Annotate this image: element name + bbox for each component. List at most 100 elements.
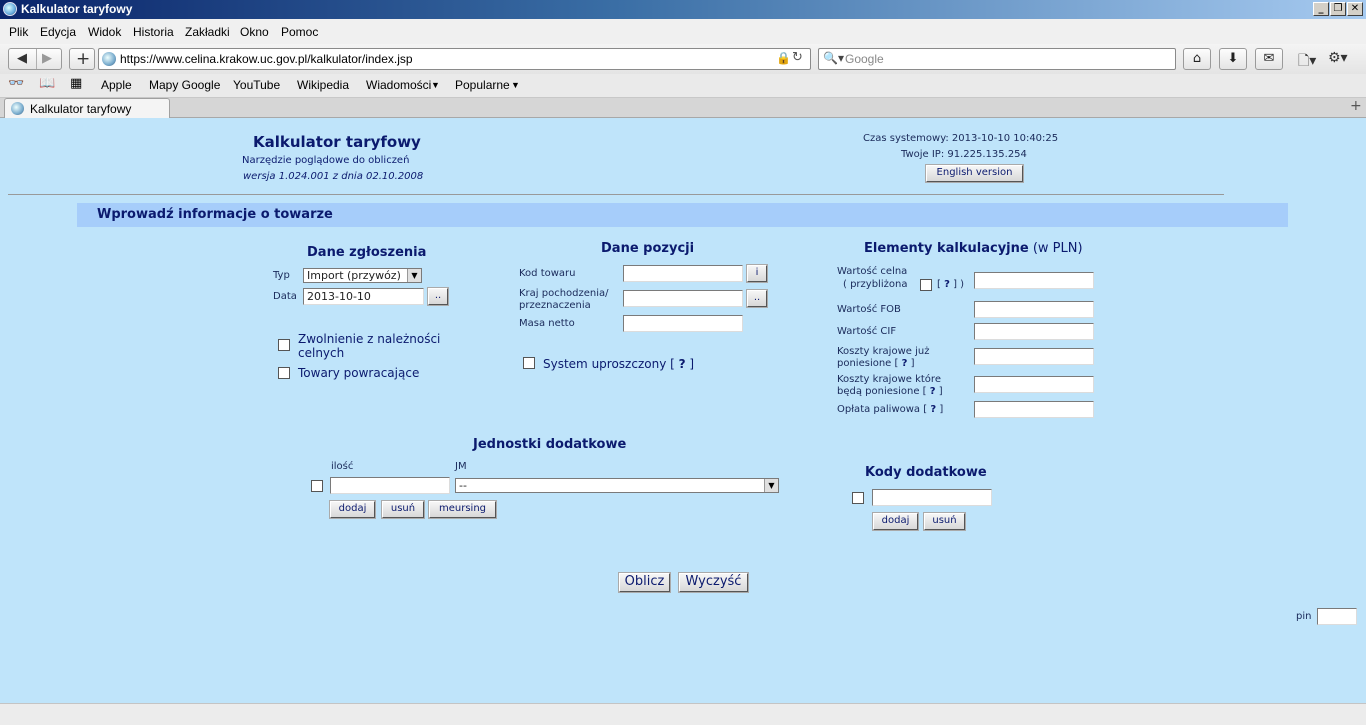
wartosc-celna-przyblizona-label: ( przybliżona xyxy=(843,279,908,290)
chevron-down-icon[interactable]: ▼ xyxy=(431,80,440,90)
reload-icon[interactable]: ↻ xyxy=(792,50,803,65)
menu-plik[interactable]: Plik xyxy=(9,25,28,39)
bookmarks-bar: 👓 📖 ▦ Apple Mapy Google YouTube Wikipedi… xyxy=(0,74,1366,98)
bookmark-popularne[interactable]: Popularne xyxy=(455,78,510,92)
zwolnienie-checkbox[interactable] xyxy=(278,339,290,351)
section-title: Wprowadź informacje o towarze xyxy=(97,207,333,222)
system-uproszczony-help-link[interactable]: ? xyxy=(679,357,686,371)
jm-select[interactable]: -- ▼ xyxy=(455,478,779,493)
search-field[interactable]: 🔍▾ Google xyxy=(818,48,1176,70)
forward-arrow-icon[interactable]: ▶ xyxy=(42,51,52,66)
oplata-paliwowa-input[interactable] xyxy=(974,401,1094,418)
maximize-button[interactable]: ❐ xyxy=(1330,2,1346,16)
download-icon: ⬇ xyxy=(1227,51,1239,66)
lock-icon[interactable]: 🔒 xyxy=(776,51,791,65)
menu-widok[interactable]: Widok xyxy=(88,25,121,39)
wyczysc-button[interactable]: Wyczyść xyxy=(678,572,749,593)
oplata-help-link[interactable]: ? xyxy=(930,404,936,415)
wartosc-cif-input[interactable] xyxy=(974,323,1094,340)
english-version-button[interactable]: English version xyxy=(925,164,1024,183)
menu-okno[interactable]: Okno xyxy=(240,25,269,39)
new-tab-button[interactable]: + xyxy=(69,48,95,70)
address-bar[interactable]: https://www.celina.krakow.uc.gov.pl/kalk… xyxy=(98,48,811,70)
navigation-bar: ◀ ▶ + https://www.celina.krakow.uc.gov.p… xyxy=(0,44,1366,74)
kod-towaru-input[interactable] xyxy=(623,265,743,282)
page-subtitle: Narzędzie poglądowe do obliczeń xyxy=(242,155,410,166)
jm-label: JM xyxy=(455,461,467,472)
meursing-button[interactable]: meursing xyxy=(428,500,497,519)
menu-zakladki[interactable]: Zakładki xyxy=(185,25,230,39)
koszty-juz-label-line2: poniesione [ ? ] xyxy=(837,358,915,369)
bracket-close: ] xyxy=(938,386,943,397)
grid-icon[interactable]: ▦ xyxy=(70,76,82,91)
home-button[interactable]: ⌂ xyxy=(1183,48,1211,70)
site-globe-icon xyxy=(102,52,116,66)
search-icon[interactable]: 🔍▾ xyxy=(823,51,844,65)
ilosc-input[interactable] xyxy=(330,477,450,494)
kody-row-checkbox[interactable] xyxy=(852,492,864,504)
oblicz-button[interactable]: Oblicz xyxy=(618,572,671,593)
kraj-label-line2: przeznaczenia xyxy=(519,300,591,311)
date-picker-button[interactable]: .. xyxy=(427,287,449,306)
menu-historia[interactable]: Historia xyxy=(133,25,174,39)
pin-input[interactable] xyxy=(1317,608,1357,625)
close-window-button[interactable]: ✕ xyxy=(1347,2,1363,16)
towary-powracajace-checkbox[interactable] xyxy=(278,367,290,379)
menu-edycja[interactable]: Edycja xyxy=(40,25,76,39)
wartosc-fob-label: Wartość FOB xyxy=(837,304,901,315)
jm-select-value: -- xyxy=(459,479,467,492)
koszty-ktore-input[interactable] xyxy=(974,376,1094,393)
kody-dodaj-button[interactable]: dodaj xyxy=(872,512,919,531)
kraj-lookup-button[interactable]: .. xyxy=(746,289,768,308)
kraj-input[interactable] xyxy=(623,290,743,307)
tab-kalkulator[interactable]: Kalkulator taryfowy xyxy=(4,98,170,118)
bookmark-wikipedia[interactable]: Wikipedia xyxy=(297,78,349,92)
gear-icon[interactable]: ⚙▾ xyxy=(1328,50,1348,66)
wartosc-fob-input[interactable] xyxy=(974,301,1094,318)
przyblizona-help-link[interactable]: ? xyxy=(944,279,950,290)
minimize-button[interactable]: _ xyxy=(1313,2,1329,16)
glasses-icon[interactable]: 👓 xyxy=(8,76,24,91)
book-icon[interactable]: 📖 xyxy=(39,76,55,91)
page-menu-icon[interactable]: 🗋▾ xyxy=(1298,50,1316,74)
koszty-juz-input[interactable] xyxy=(974,348,1094,365)
chevron-down-icon[interactable]: ▼ xyxy=(764,479,778,492)
menu-pomoc[interactable]: Pomoc xyxy=(281,25,318,39)
jednostki-usun-button[interactable]: usuń xyxy=(381,500,425,519)
system-uproszczony-checkbox[interactable] xyxy=(523,357,535,369)
bookmark-youtube[interactable]: YouTube xyxy=(233,78,280,92)
jednostki-row-checkbox[interactable] xyxy=(311,480,323,492)
typ-select[interactable]: Import (przywóz) ▼ xyxy=(303,268,422,283)
chevron-down-icon[interactable]: ▼ xyxy=(511,80,520,90)
koszty-juz-help-link[interactable]: ? xyxy=(902,358,908,369)
header-divider xyxy=(8,194,1224,195)
typ-select-value: Import (przywóz) xyxy=(307,269,401,282)
kod-towaru-info-button[interactable]: i xyxy=(746,264,768,283)
oplata-paliwowa-label: Opłata paliwowa [ ? ] xyxy=(837,404,943,415)
jednostki-dodaj-button[interactable]: dodaj xyxy=(329,500,376,519)
menu-bar: Plik Edycja Widok Historia Zakładki Okno… xyxy=(0,19,1366,44)
bookmark-apple[interactable]: Apple xyxy=(101,78,132,92)
bookmark-wiadomosci[interactable]: Wiadomości xyxy=(366,78,431,92)
mail-icon: ✉ xyxy=(1263,51,1275,66)
kody-input[interactable] xyxy=(872,489,992,506)
new-tab-plus-icon[interactable]: + xyxy=(1350,98,1362,114)
page-content: Kalkulator taryfowy Narzędzie poglądowe … xyxy=(0,119,1366,703)
dane-zgloszenia-heading: Dane zgłoszenia xyxy=(307,245,427,260)
tab-strip: Kalkulator taryfowy + xyxy=(0,98,1366,118)
masa-netto-input[interactable] xyxy=(623,315,743,332)
koszty-juz-text: poniesione [ xyxy=(837,358,899,369)
towary-powracajace-label: Towary powracające xyxy=(298,366,420,380)
kody-usun-button[interactable]: usuń xyxy=(923,512,966,531)
koszty-ktore-help-link[interactable]: ? xyxy=(930,386,936,397)
data-input[interactable]: 2013-10-10 xyxy=(303,288,424,305)
elementy-heading-text: Elementy kalkulacyjne xyxy=(864,241,1029,256)
mail-button[interactable]: ✉ xyxy=(1255,48,1283,70)
kraj-label-line1: Kraj pochodzenia/ xyxy=(519,288,609,299)
downloads-button[interactable]: ⬇ xyxy=(1219,48,1247,70)
przyblizona-checkbox[interactable] xyxy=(920,279,932,291)
bookmark-mapy-google[interactable]: Mapy Google xyxy=(149,78,220,92)
back-arrow-icon[interactable]: ◀ xyxy=(17,51,27,66)
chevron-down-icon[interactable]: ▼ xyxy=(407,269,421,282)
wartosc-celna-input[interactable] xyxy=(974,272,1094,289)
